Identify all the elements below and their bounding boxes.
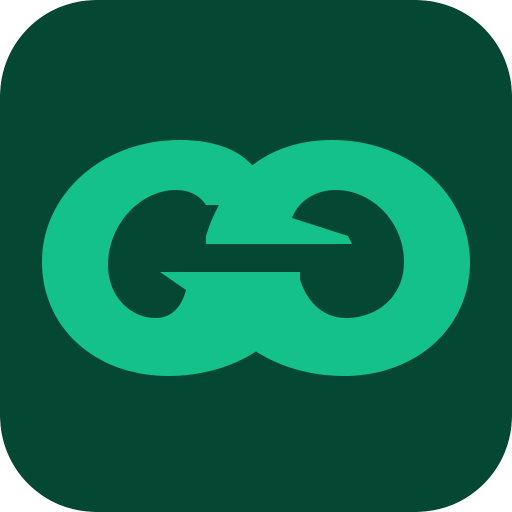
app-icon [0,0,512,512]
logo-svg [0,0,512,512]
